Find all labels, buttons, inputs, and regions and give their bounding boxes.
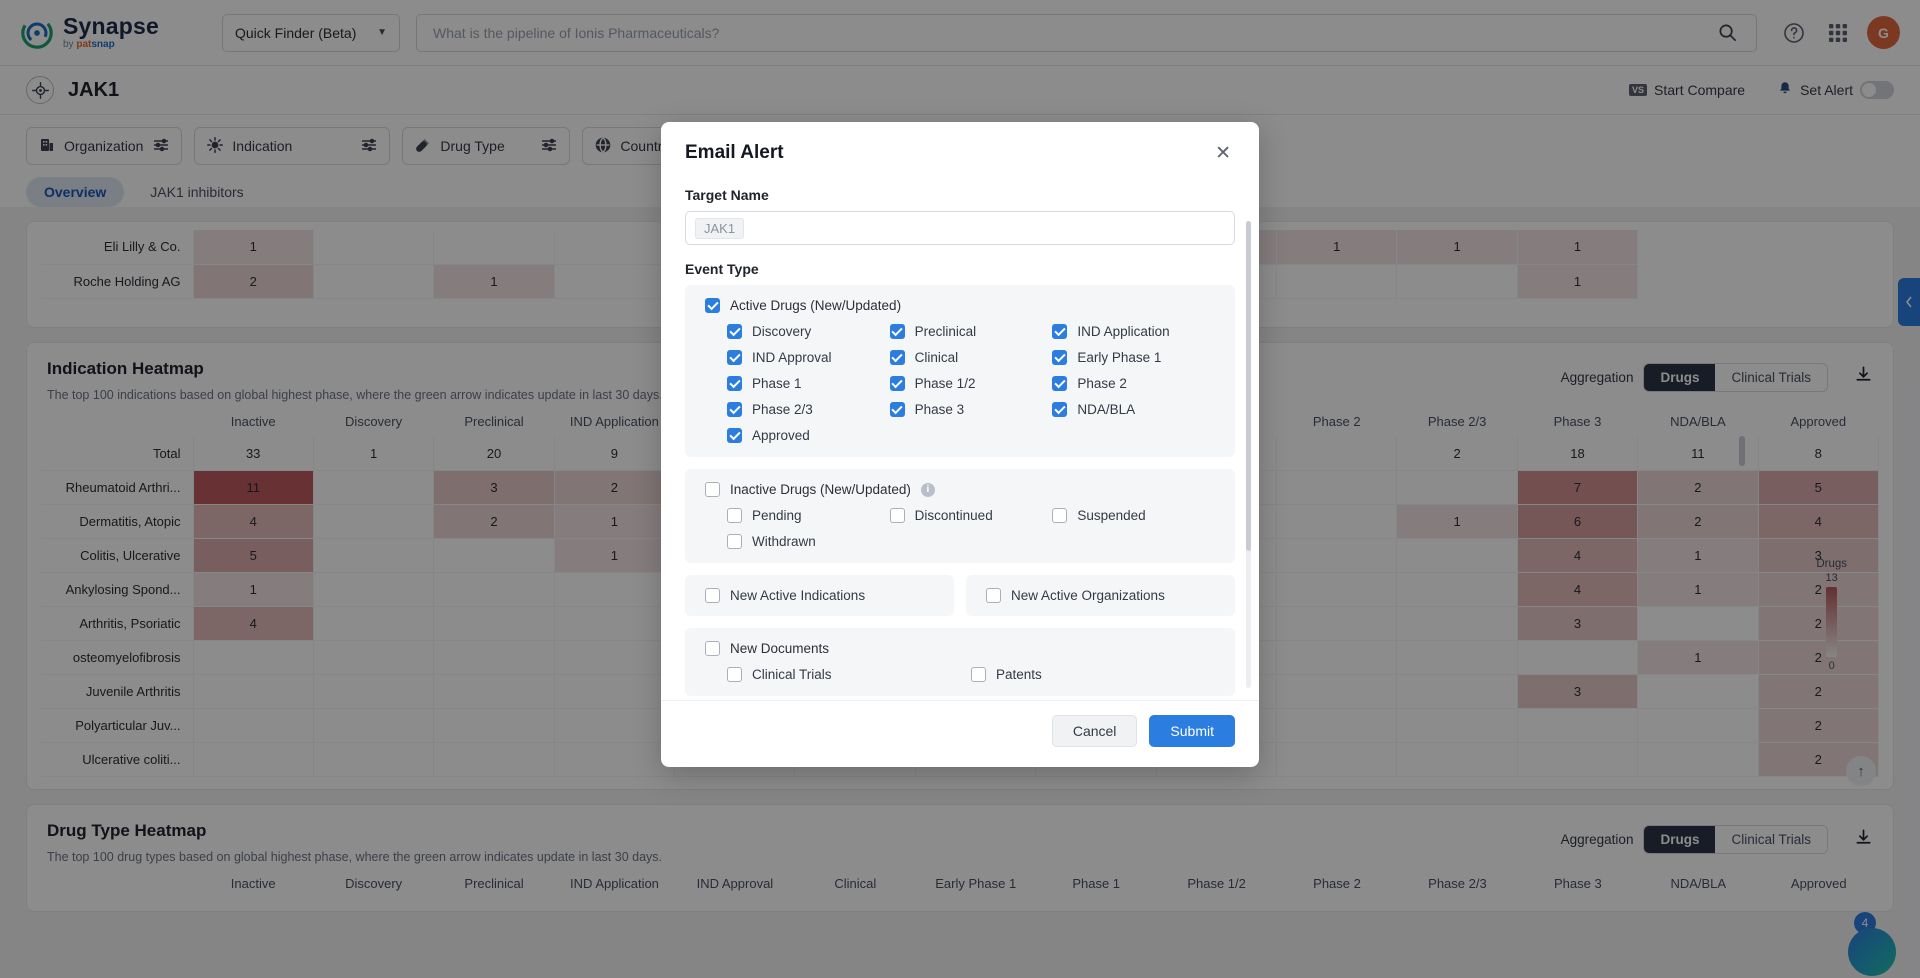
active-drug-phase-item[interactable]: IND Application	[1052, 324, 1215, 339]
checkbox-ind-approval[interactable]	[727, 350, 742, 365]
inactive-drug-status-item[interactable]: Suspended	[1052, 508, 1215, 523]
new-document-type-item[interactable]: Patents	[971, 667, 1215, 682]
active-drug-phase-label: Discovery	[752, 324, 812, 339]
dialog-footer: Cancel Submit	[661, 700, 1259, 767]
new-active-organizations-card[interactable]: New Active Organizations	[966, 575, 1235, 616]
active-drug-phase-item[interactable]: Phase 2/3	[727, 402, 890, 417]
inactive-drug-status-label: Suspended	[1077, 508, 1146, 523]
active-drug-phase-item[interactable]: Phase 3	[889, 402, 1053, 417]
event-type-label: Event Type	[685, 261, 759, 277]
checkbox-phase-1[interactable]	[727, 376, 742, 391]
inactive-drugs-label: Inactive Drugs (New/Updated)	[730, 482, 911, 497]
new-document-type-label: Patents	[996, 667, 1042, 682]
close-icon[interactable]: ✕	[1211, 142, 1235, 165]
info-icon[interactable]: i	[920, 482, 935, 497]
checkbox-withdrawn[interactable]	[727, 534, 742, 549]
checkbox-discovery[interactable]	[727, 324, 742, 339]
active-drug-phase-item[interactable]: NDA/BLA	[1052, 402, 1215, 417]
inactive-drugs-parent-row[interactable]: Inactive Drugs (New/Updated) i	[705, 482, 1215, 497]
active-drug-phase-item[interactable]: Preclinical	[889, 324, 1053, 339]
checkbox-phase-2-3[interactable]	[727, 402, 742, 417]
inactive-drug-status-label: Discontinued	[914, 508, 993, 523]
checkbox-suspended[interactable]	[1052, 508, 1068, 523]
active-drug-phase-label: Phase 2	[1077, 376, 1127, 391]
inactive-drugs-group: Inactive Drugs (New/Updated) i Pending Di…	[685, 469, 1235, 563]
inactive-drug-status-item[interactable]: Discontinued	[889, 508, 1053, 523]
active-drug-phase-label: NDA/BLA	[1077, 402, 1136, 417]
checkbox-discontinued[interactable]	[889, 508, 905, 523]
checkbox-patents[interactable]	[971, 667, 986, 682]
active-drug-phase-item[interactable]: Clinical	[889, 350, 1053, 365]
active-drug-phase-label: IND Application	[1077, 324, 1170, 339]
new-documents-parent-row[interactable]: New Documents	[705, 641, 1215, 656]
checkbox-inactive-drugs[interactable]	[705, 482, 720, 497]
checkbox-phase-3[interactable]	[889, 402, 905, 417]
submit-button[interactable]: Submit	[1149, 715, 1235, 747]
dialog-body: Target Name JAK1 Event Type Active Drugs…	[661, 169, 1259, 700]
new-document-type-item[interactable]: Clinical Trials	[727, 667, 971, 682]
active-drug-phase-label: Phase 1	[752, 376, 802, 391]
active-drugs-group: Active Drugs (New/Updated) Discovery Prec…	[685, 285, 1235, 457]
checkbox-new-active-organizations[interactable]	[986, 588, 1001, 603]
new-documents-label: New Documents	[730, 641, 830, 656]
active-drug-phase-item[interactable]: IND Approval	[727, 350, 890, 365]
new-documents-group: New Documents Clinical Trials Patents	[685, 628, 1235, 696]
active-drug-phase-label: Early Phase 1	[1077, 350, 1162, 365]
target-name-label: Target Name	[685, 187, 769, 203]
checkbox-ind-application[interactable]	[1052, 324, 1068, 339]
checkbox-preclinical[interactable]	[889, 324, 905, 339]
checkbox-nda-bla[interactable]	[1052, 402, 1068, 417]
active-drug-phase-label: Clinical	[914, 350, 959, 365]
target-name-field[interactable]: JAK1	[685, 211, 1235, 245]
checkbox-phase-1-2[interactable]	[889, 376, 905, 391]
inactive-drug-status-item[interactable]: Pending	[727, 508, 890, 523]
new-active-indications-label: New Active Indications	[730, 588, 866, 603]
inactive-drug-status-label: Withdrawn	[752, 534, 816, 549]
active-drug-phase-item[interactable]: Phase 1	[727, 376, 890, 391]
new-active-organizations-label: New Active Organizations	[1011, 588, 1165, 603]
cancel-button[interactable]: Cancel	[1051, 715, 1138, 747]
checkbox-early-phase-1[interactable]	[1052, 350, 1068, 365]
new-active-indications-row[interactable]: New Active Indications	[705, 588, 934, 603]
active-drug-phase-label: Phase 1/2	[914, 376, 976, 391]
checkbox-new-documents[interactable]	[705, 641, 720, 656]
active-drug-phase-item[interactable]: Phase 2	[1052, 376, 1215, 391]
new-active-organizations-row[interactable]: New Active Organizations	[986, 588, 1215, 603]
new-document-type-label: Clinical Trials	[752, 667, 832, 682]
active-drug-phase-label: IND Approval	[752, 350, 832, 365]
active-drug-phase-item[interactable]: Approved	[727, 428, 890, 443]
inactive-drug-status-item[interactable]: Withdrawn	[727, 534, 890, 549]
checkbox-phase-2[interactable]	[1052, 376, 1068, 391]
active-drug-phase-label: Phase 3	[914, 402, 965, 417]
checkbox-clinical-trials[interactable]	[727, 667, 742, 682]
new-active-row: New Active Indications New Active Organi…	[685, 575, 1235, 616]
active-drug-phase-label: Approved	[752, 428, 810, 443]
checkbox-new-active-indications[interactable]	[705, 588, 720, 603]
checkbox-active-drugs[interactable]	[705, 298, 720, 313]
active-drug-phase-label: Preclinical	[914, 324, 977, 339]
dialog-title: Email Alert	[685, 142, 784, 163]
active-drug-phase-label: Phase 2/3	[752, 402, 813, 417]
active-drug-phase-item[interactable]: Discovery	[727, 324, 890, 339]
checkbox-clinical[interactable]	[889, 350, 905, 365]
email-alert-dialog: Email Alert ✕ Target Name JAK1 Event Typ…	[661, 122, 1259, 767]
active-drugs-label: Active Drugs (New/Updated)	[730, 298, 902, 313]
active-drug-phase-item[interactable]: Early Phase 1	[1052, 350, 1215, 365]
active-drug-phase-item[interactable]: Phase 1/2	[889, 376, 1053, 391]
inactive-drug-status-label: Pending	[752, 508, 802, 523]
checkbox-approved[interactable]	[727, 428, 742, 443]
new-active-indications-card[interactable]: New Active Indications	[685, 575, 954, 616]
checkbox-pending[interactable]	[727, 508, 742, 523]
target-name-tag: JAK1	[695, 217, 745, 239]
dialog-scrollbar-thumb[interactable]	[1246, 221, 1251, 551]
active-drugs-parent-row[interactable]: Active Drugs (New/Updated)	[705, 298, 1215, 313]
